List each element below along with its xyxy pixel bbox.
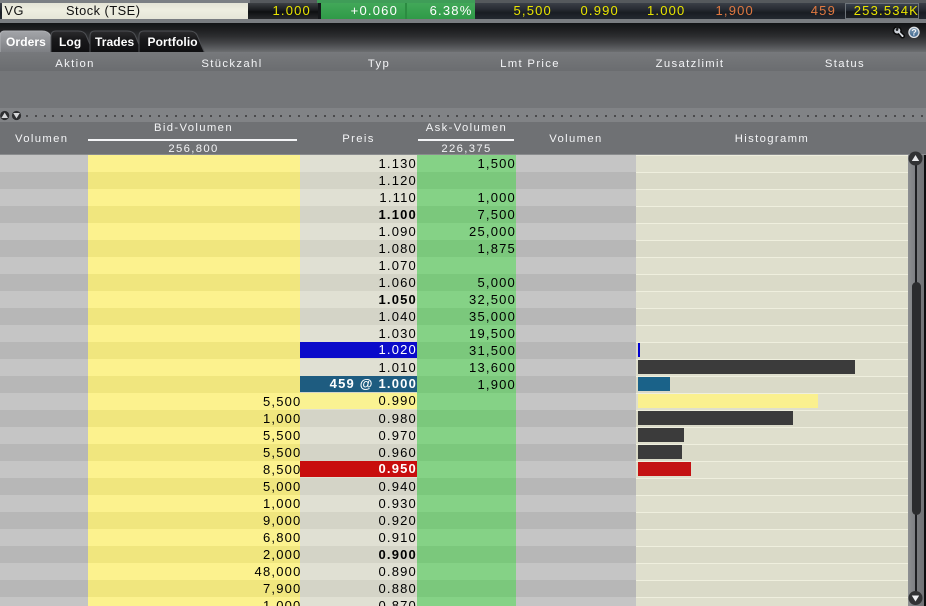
svg-text:?: ?: [911, 28, 916, 38]
